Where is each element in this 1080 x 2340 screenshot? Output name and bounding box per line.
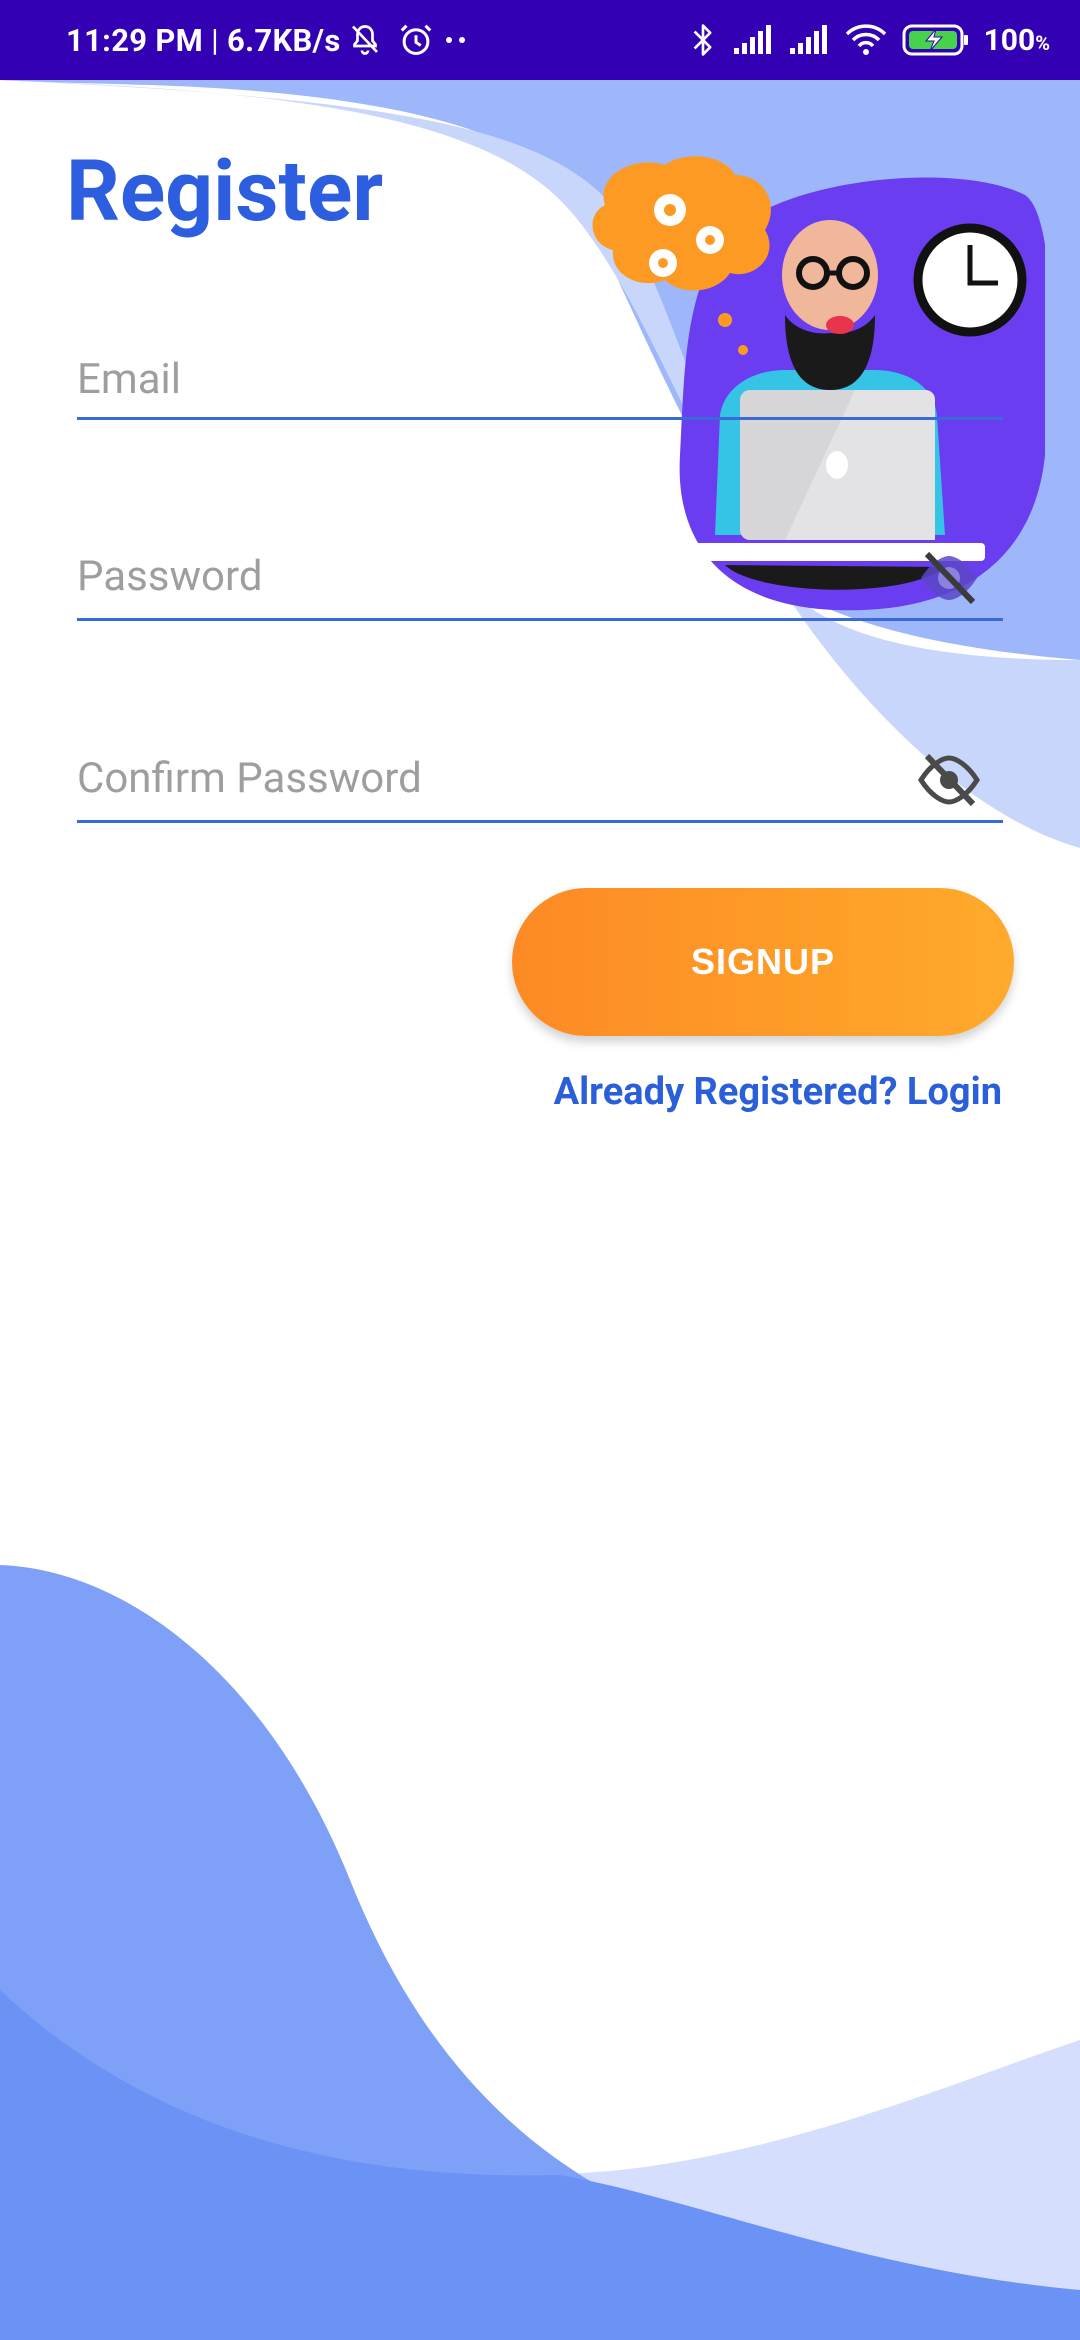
status-separator: | (211, 21, 219, 59)
battery-percent-unit: % (1035, 30, 1050, 55)
login-link[interactable]: Already Registered? Login (554, 1070, 1002, 1114)
status-bar: 11:29 PM | 6.7KB/s 100% (0, 0, 1080, 80)
password-placeholder: Password (77, 552, 263, 601)
signal-icon (733, 25, 771, 54)
confirm-password-placeholder: Confirm Password (77, 754, 422, 803)
password-field[interactable]: Password (77, 548, 1003, 621)
alarm-icon (400, 24, 431, 55)
bluetooth-icon (693, 24, 712, 56)
email-field[interactable]: Email (77, 355, 1003, 420)
muted-bell-icon (351, 25, 378, 55)
status-net-speed: 6.7KB/s (226, 21, 341, 59)
status-left: 11:29 PM | 6.7KB/s (66, 0, 469, 80)
eye-off-icon[interactable] (917, 550, 981, 606)
thought-cloud-shape (592, 156, 771, 291)
status-right: 100% (688, 0, 1050, 80)
more-dots-icon (445, 37, 465, 43)
wifi-icon (845, 24, 886, 55)
page-title: Register (66, 142, 384, 241)
register-screen: 11:29 PM | 6.7KB/s 100% Register Email P… (0, 0, 1080, 2340)
battery-percent: 100% (984, 23, 1050, 58)
battery-percent-value: 100 (983, 22, 1036, 58)
email-placeholder: Email (77, 355, 181, 404)
status-time: 11:29 PM (66, 21, 204, 59)
signal-icon (789, 25, 827, 54)
confirm-password-field[interactable]: Confirm Password (77, 750, 1003, 823)
signup-button[interactable]: SIGNUP (512, 888, 1014, 1036)
battery-charging-icon (902, 24, 968, 56)
eye-off-icon[interactable] (917, 752, 981, 808)
